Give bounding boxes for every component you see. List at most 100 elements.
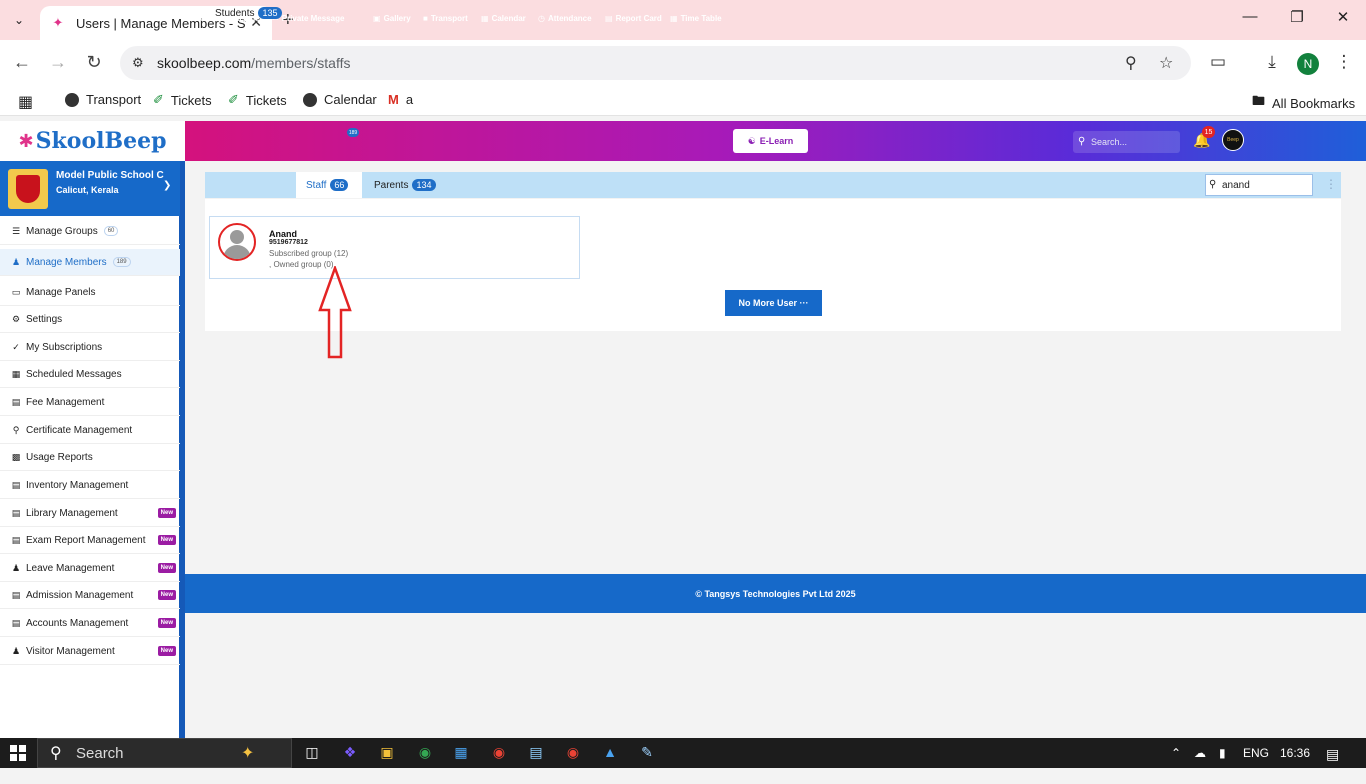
windows-start-icon[interactable]: [10, 745, 26, 761]
elearn-label: E-Learn: [759, 136, 794, 146]
restore-icon[interactable]: ❐: [1285, 8, 1309, 26]
paint-icon[interactable]: ✎: [638, 744, 656, 762]
chrome-icon[interactable]: ◉: [416, 744, 434, 762]
new-badge: New: [157, 563, 176, 573]
photos-icon[interactable]: ▲: [601, 744, 619, 762]
nav-label: Gallery: [383, 14, 411, 23]
sidebar-item-accounts-management[interactable]: ▤ Accounts Management New: [0, 610, 180, 637]
private-message-badge: 189: [347, 128, 359, 137]
tab-count: 134: [412, 179, 436, 191]
sidebar-item-visitor-management[interactable]: ♟ Visitor Management New: [0, 638, 180, 665]
nav-calendar[interactable]: ▦ Calendar: [481, 14, 526, 23]
url-text[interactable]: skoolbeep.com/members/staffs: [157, 55, 351, 71]
language-indicator[interactable]: ENG: [1243, 746, 1269, 760]
sidebar-item-leave-management[interactable]: ♟ Leave Management New: [0, 555, 180, 582]
new-badge: New: [157, 618, 176, 628]
site-info-icon[interactable]: ⚙: [132, 55, 144, 71]
bookmark-gmail[interactable]: Ma: [388, 92, 413, 107]
tab-staff[interactable]: Staff 66: [296, 172, 362, 198]
notepad-icon[interactable]: ▤: [527, 744, 545, 762]
sidebar-item-inventory-management[interactable]: ▤ Inventory Management: [0, 472, 180, 499]
more-options-icon[interactable]: ⋮: [1325, 177, 1337, 191]
chevron-down-icon[interactable]: ❯: [163, 180, 171, 191]
clock[interactable]: 16:36: [1280, 746, 1310, 760]
check-icon: ✓: [12, 341, 20, 352]
taskbar: Search ⚲ ✦ ◫ ❖ ▣ ◉ ▦ ◉ ▤ ◉ ▲ ✎ ⌃ ☁ ▮ ENG…: [0, 738, 1366, 768]
forward-icon[interactable]: →: [46, 52, 70, 73]
all-bookmarks[interactable]: 🖿 All Bookmarks: [1252, 92, 1355, 114]
document-icon: ▤: [605, 14, 613, 23]
sidebar-item-library-management[interactable]: ▤ Library Management New: [0, 500, 180, 527]
logo-figure-icon: ✱: [18, 130, 34, 151]
bookmark-tickets-1[interactable]: ✐ Tickets: [153, 92, 212, 108]
award-icon: ⚲: [12, 424, 20, 435]
sidebar-item-exam-report-management[interactable]: ▤ Exam Report Management New: [0, 527, 180, 554]
minimize-icon[interactable]: —: [1238, 8, 1262, 25]
nav-label: Calendar: [491, 14, 526, 23]
bookmark-calendar[interactable]: Calendar: [303, 92, 377, 107]
nav-report-card[interactable]: ▤ Report Card: [605, 14, 662, 23]
bookmark-tickets-2[interactable]: ✐ Tickets: [228, 92, 287, 108]
copilot-icon[interactable]: ❖: [341, 744, 359, 762]
window-close-icon[interactable]: ✕: [1331, 8, 1355, 26]
sidebar-item-settings[interactable]: ⚙ Settings: [0, 306, 180, 333]
browser-menu-icon[interactable]: ⋮: [1333, 52, 1355, 72]
task-view-icon[interactable]: ◫: [303, 744, 321, 762]
chrome-profile-icon[interactable]: ◉: [564, 744, 582, 762]
send-icon: ➤: [190, 14, 197, 23]
nav-transport[interactable]: ■ Transport: [423, 14, 468, 23]
tab-students[interactable]: Students 135: [205, 0, 295, 26]
store-icon[interactable]: ▦: [452, 744, 470, 762]
tab-count: 135: [258, 7, 282, 19]
address-bar[interactable]: ⚙ skoolbeep.com/members/staffs ⚲ ☆: [120, 46, 1191, 80]
sidebar-item-label: Accounts Management: [26, 617, 129, 629]
no-more-user-button[interactable]: No More User ···: [725, 290, 822, 316]
clock-icon: ◷: [538, 14, 545, 23]
bookmark-transport[interactable]: Transport: [65, 92, 141, 107]
member-search-input[interactable]: anand: [1205, 174, 1313, 196]
app-search-input[interactable]: Search...: [1073, 131, 1180, 153]
sidebar-item-admission-management[interactable]: ▤ Admission Management New: [0, 582, 180, 609]
sidebar-item-certificate-management[interactable]: ⚲ Certificate Management: [0, 417, 180, 444]
back-icon[interactable]: ←: [10, 52, 34, 73]
tab-search-chevron-icon[interactable]: ⌄: [6, 8, 32, 32]
onedrive-icon[interactable]: ☁: [1194, 746, 1206, 760]
apps-grid-icon[interactable]: ▦: [18, 92, 33, 112]
download-icon[interactable]: ⤓: [1261, 52, 1283, 72]
nav-label: Report Card: [615, 14, 662, 23]
tab-parents[interactable]: Parents 134: [374, 172, 454, 198]
bookmark-label: Transport: [86, 92, 142, 107]
tab-count: 66: [330, 179, 349, 191]
tab-label: Parents: [374, 179, 409, 191]
sidebar-item-scheduled-messages[interactable]: ▦ Scheduled Messages: [0, 361, 180, 388]
tray-chevron-icon[interactable]: ⌃: [1171, 746, 1181, 760]
zoom-icon[interactable]: ⚲: [1125, 53, 1137, 73]
bookmark-label: a: [405, 92, 414, 107]
school-selector[interactable]: Model Public School C Calicut, Kerala ❯: [0, 161, 180, 216]
member-card[interactable]: [209, 216, 580, 279]
user-avatar[interactable]: Beep: [1222, 129, 1244, 151]
sidebar-item-manage-groups[interactable]: ☰ Manage Groups 60: [0, 218, 180, 245]
nav-attendance[interactable]: ◷ Attendance: [538, 14, 592, 23]
sidebar-item-label: Inventory Management: [26, 479, 129, 491]
profile-avatar[interactable]: N: [1297, 53, 1319, 75]
extensions-icon[interactable]: ▭: [1207, 52, 1229, 72]
elearn-button[interactable]: ☯ E-Learn: [733, 129, 808, 153]
app-logo[interactable]: ✱ SkoolBeep: [0, 121, 185, 161]
sidebar-item-manage-panels[interactable]: ▭ Manage Panels: [0, 279, 180, 306]
skoolbeep-favicon-icon: ✦: [52, 15, 64, 30]
reload-icon[interactable]: ↻: [82, 52, 106, 73]
bookmark-star-icon[interactable]: ☆: [1159, 53, 1173, 73]
battery-icon[interactable]: ▮: [1219, 746, 1226, 760]
sidebar-item-subscriptions[interactable]: ✓ My Subscriptions: [0, 334, 180, 361]
nav-gallery[interactable]: ▣ Gallery: [373, 14, 411, 23]
chrome-active-icon[interactable]: ◉: [490, 744, 508, 762]
sidebar-item-usage-reports[interactable]: ▩ Usage Reports: [0, 444, 180, 471]
copilot-sparkle-icon[interactable]: ✦: [241, 743, 254, 763]
nav-time-table[interactable]: ▦ Time Table: [670, 14, 722, 23]
file-explorer-icon[interactable]: ▣: [378, 744, 396, 762]
search-icon: ⚲: [50, 745, 62, 762]
sidebar-item-manage-members[interactable]: ♟ Manage Members 189: [0, 249, 180, 276]
sidebar-item-fee-management[interactable]: ▤ Fee Management: [0, 389, 180, 416]
notifications-icon[interactable]: ▤: [1326, 746, 1339, 763]
